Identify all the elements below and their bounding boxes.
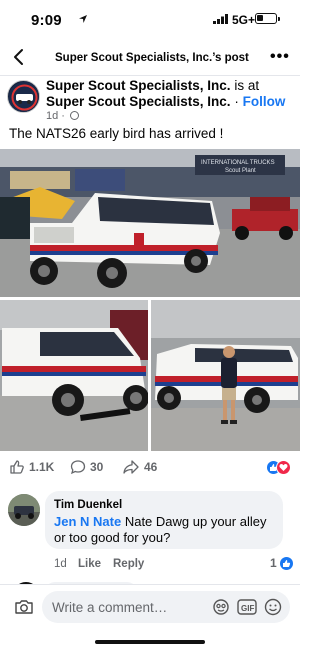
svg-text:GIF: GIF (241, 604, 254, 613)
like-action[interactable]: 1.1K (9, 459, 54, 475)
love-reaction-icon (276, 460, 291, 475)
comment-icon (70, 460, 86, 475)
globe-icon (70, 111, 80, 120)
back-arrow-icon[interactable] (8, 46, 30, 68)
like-count: 1.1K (29, 460, 55, 474)
network-type: 5G+ (232, 13, 256, 27)
post-meta: 1d · (46, 110, 80, 122)
post-photo-side-view[interactable] (0, 300, 148, 451)
page-avatar[interactable] (7, 80, 40, 113)
post-text: The NATS26 early bird has arrived ! (9, 126, 224, 141)
page-title: Super Scout Specialists, Inc.’s post (55, 52, 249, 64)
reaction-bar: 1.1K 30 46 (0, 455, 300, 483)
comment-author[interactable]: Tim Duenkel (54, 499, 122, 511)
post-author-line: Super Scout Specialists, Inc. is at (46, 78, 259, 93)
comment-like-number: 1 (270, 556, 277, 570)
avatar-sticker-icon[interactable] (212, 598, 230, 616)
comment-like-button[interactable]: Like (78, 558, 101, 570)
emoji-icon[interactable] (264, 598, 282, 616)
post-photo-main[interactable]: INTERNATIONAL TRUCKS Scout Plant (0, 149, 300, 297)
gif-icon[interactable]: GIF (237, 598, 257, 616)
comment-like-count[interactable]: 1 (270, 556, 293, 570)
is-at-text: is at (234, 78, 260, 93)
signal-icon (213, 14, 228, 24)
comment-input-placeholder: Write a comment… (52, 600, 168, 615)
more-icon[interactable]: ••• (270, 48, 290, 66)
battery-icon (255, 13, 280, 24)
share-count: 46 (144, 460, 158, 474)
post-photo-with-owner[interactable] (151, 300, 300, 451)
separator-dot: · (234, 94, 239, 109)
share-icon (123, 460, 139, 474)
comment-input[interactable]: Write a comment… GIF (42, 591, 290, 623)
comment-reply-button[interactable]: Reply (113, 558, 144, 570)
home-indicator (95, 640, 205, 644)
post-location[interactable]: Super Scout Specialists, Inc. (46, 94, 231, 109)
like-icon (10, 460, 24, 474)
comment-count: 30 (90, 460, 104, 474)
reaction-badges[interactable] (266, 460, 292, 476)
post-location-line: Super Scout Specialists, Inc. · Follow (46, 94, 285, 109)
status-time: 9:09 (31, 12, 62, 29)
post-time[interactable]: 1d · (46, 110, 65, 122)
shop-sign-2: Scout Plant (225, 168, 256, 174)
location-arrow-icon (79, 15, 87, 23)
share-action[interactable]: 46 (122, 459, 157, 475)
comment-body: Jen N Nate Nate Dawg up your alley or to… (54, 514, 276, 546)
commenter-avatar[interactable] (8, 494, 40, 526)
status-bar: 9:09 5G+ (0, 0, 300, 40)
comment-time: 1d (54, 558, 67, 570)
comment-action[interactable]: 30 (70, 459, 103, 475)
post-author[interactable]: Super Scout Specialists, Inc. (46, 78, 231, 93)
follow-button[interactable]: Follow (243, 94, 286, 109)
camera-icon[interactable] (14, 599, 34, 615)
shop-sign: INTERNATIONAL TRUCKS (201, 160, 275, 166)
comment-bubble: Tim Duenkel Jen N Nate Nate Dawg up your… (45, 491, 283, 549)
top-nav-bar: Super Scout Specialists, Inc.’s post ••• (0, 40, 300, 76)
like-reaction-mini-icon (279, 556, 293, 570)
comment-mention[interactable]: Jen N Nate (54, 514, 121, 529)
